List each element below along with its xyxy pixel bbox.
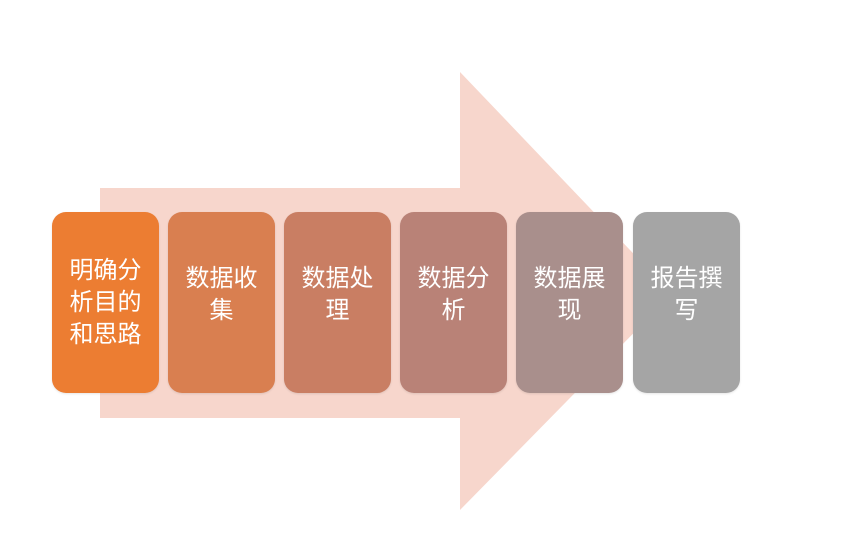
step-data-processing-label: 数据处理 xyxy=(301,264,374,324)
step-data-collection-label: 数据收集 xyxy=(185,264,258,324)
step-define-goal: 明确分析目的和思路 xyxy=(52,212,159,393)
process-diagram: 明确分析目的和思路 数据收集 数据处理 数据分析 数据展现 报告撰写 xyxy=(0,0,846,555)
step-define-goal-label: 明确分析目的和思路 xyxy=(69,256,142,348)
step-data-collection: 数据收集 xyxy=(168,212,275,393)
step-data-presentation: 数据展现 xyxy=(516,212,623,393)
step-report-writing: 报告撰写 xyxy=(633,212,740,393)
step-data-analysis: 数据分析 xyxy=(400,212,507,393)
step-data-processing: 数据处理 xyxy=(284,212,391,393)
step-report-writing-label: 报告撰写 xyxy=(650,264,723,324)
step-data-presentation-label: 数据展现 xyxy=(533,264,606,324)
step-data-analysis-label: 数据分析 xyxy=(417,264,490,324)
